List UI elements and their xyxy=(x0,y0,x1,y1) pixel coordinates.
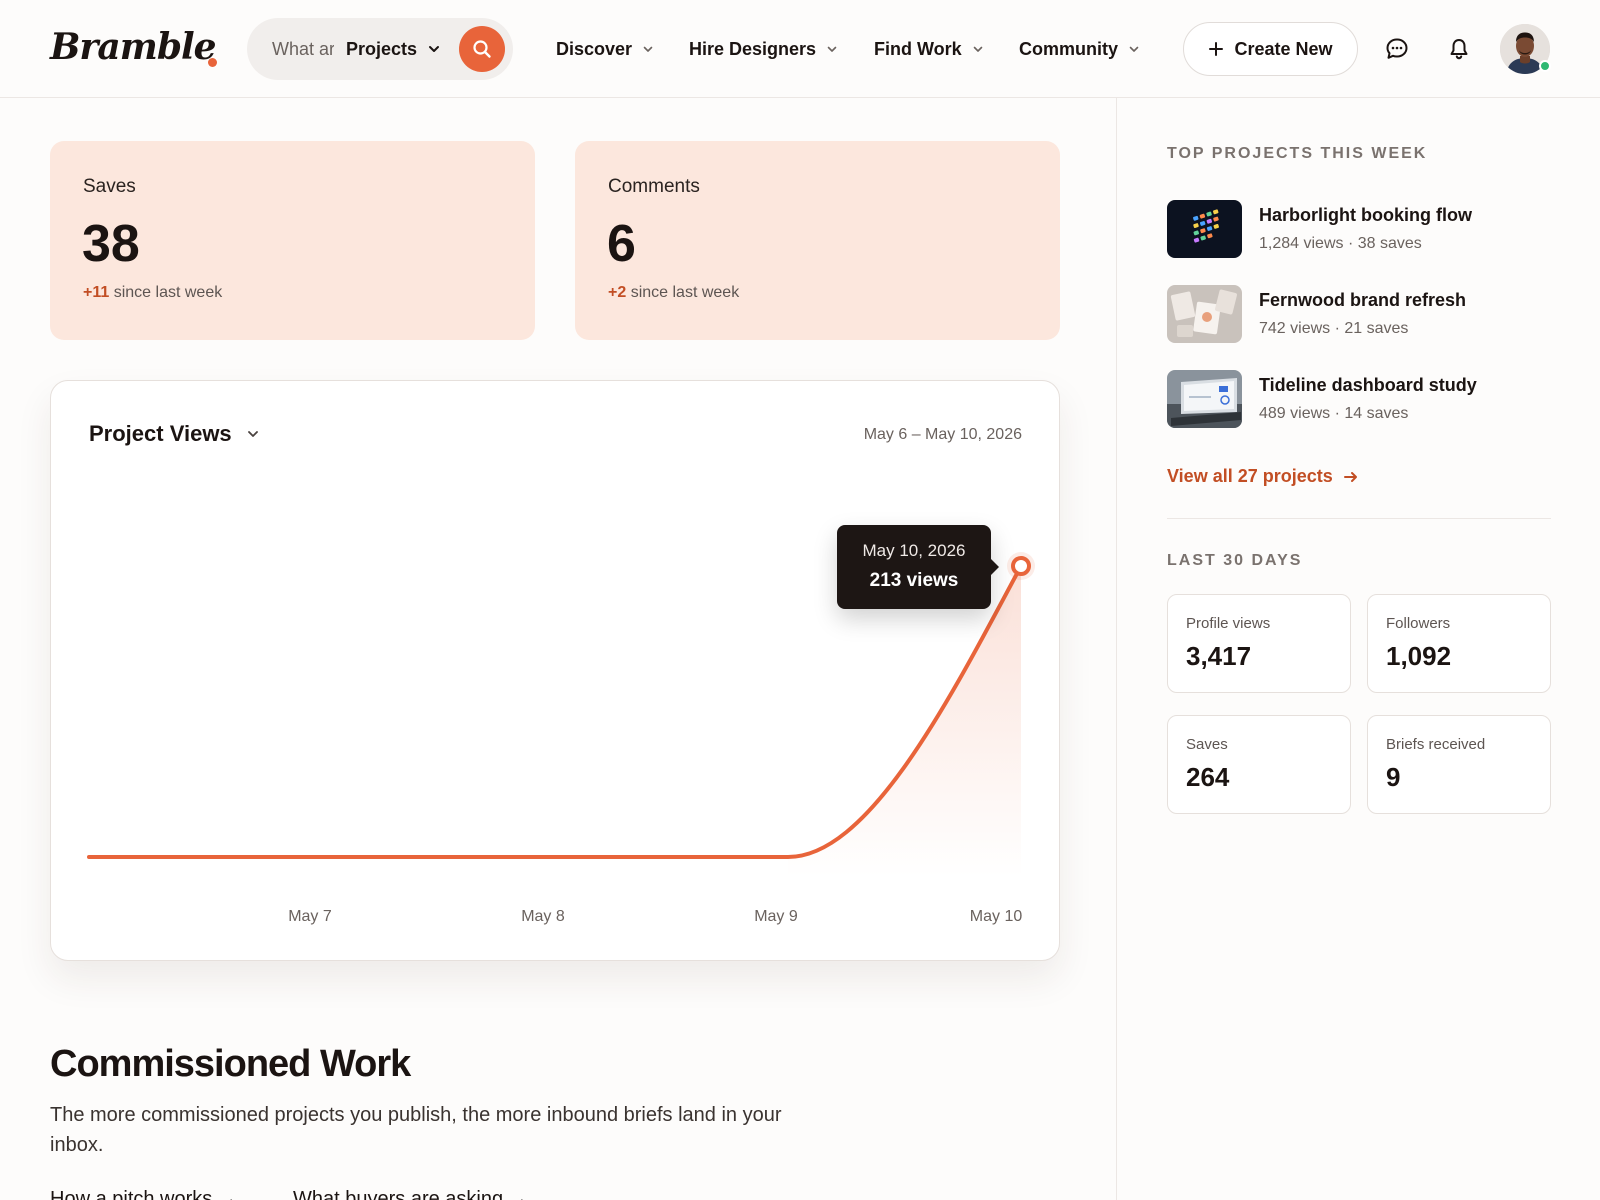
buyers-asking-link[interactable]: What buyers are asking → xyxy=(293,1188,529,1200)
stat-card-saves: Saves 38 +11 since last week xyxy=(50,141,535,340)
arrow-right-icon: → xyxy=(217,1188,238,1200)
nav-discover-label: Discover xyxy=(556,38,633,59)
chart-title: Project Views xyxy=(89,421,232,446)
chart-active-point[interactable] xyxy=(1011,556,1031,576)
online-status-indicator xyxy=(1539,60,1551,72)
project-thumbnail xyxy=(1167,200,1242,258)
top-project-item[interactable]: Fernwood brand refresh 742 views · 21 sa… xyxy=(1167,285,1557,345)
top-projects-heading: TOP PROJECTS THIS WEEK xyxy=(1167,145,1428,162)
create-new-button[interactable]: Create New xyxy=(1183,22,1358,76)
chevron-down-icon xyxy=(247,431,258,437)
chevron-down-icon xyxy=(1129,46,1139,52)
plus-icon xyxy=(1209,42,1224,56)
metric-label: Briefs received xyxy=(1386,736,1486,753)
project-name: Tideline dashboard study xyxy=(1259,375,1477,395)
project-thumbnail xyxy=(1167,285,1242,343)
arrow-right-icon xyxy=(1343,471,1357,482)
chart-area-fill xyxy=(788,566,1021,877)
project-thumbnail xyxy=(1167,370,1242,428)
pitch-guide-link[interactable]: How a pitch works → xyxy=(50,1188,238,1200)
metric-value: 3,417 xyxy=(1186,641,1252,671)
project-thumbnail-image xyxy=(1167,370,1242,428)
bell-icon xyxy=(1450,39,1468,60)
metric-value: 264 xyxy=(1186,762,1230,792)
x-tick-label: May 9 xyxy=(754,908,798,925)
nav-find-work[interactable]: Find Work xyxy=(874,37,984,61)
arrow-right-icon: → xyxy=(508,1188,529,1200)
project-thumbnail-image xyxy=(1167,285,1242,343)
stat-delta-number: +2 xyxy=(608,284,627,301)
bramble-logo[interactable]: Bramble xyxy=(50,26,217,68)
metric-value: 1,092 xyxy=(1386,641,1452,671)
nav-community-label: Community xyxy=(1019,38,1118,59)
commissioned-work-description: The more commissioned projects you publi… xyxy=(50,1104,782,1156)
search-bar: Projects xyxy=(247,18,513,80)
search-icon xyxy=(473,40,491,58)
notifications-button[interactable] xyxy=(1440,30,1478,68)
chevron-down-icon xyxy=(429,46,440,52)
search-scope-dropdown[interactable]: Projects xyxy=(346,36,441,62)
nav-discover[interactable]: Discover xyxy=(556,37,654,61)
last-30-days-heading: LAST 30 DAYS xyxy=(1167,552,1303,569)
stat-value: 38 xyxy=(82,215,140,273)
messages-button[interactable] xyxy=(1378,30,1416,68)
commissioned-work-heading: Commissioned Work xyxy=(50,1043,411,1085)
top-project-item[interactable]: Tideline dashboard study 489 views · 14 … xyxy=(1167,370,1557,430)
sidebar-section-divider xyxy=(1167,518,1551,519)
pitch-guide-label: How a pitch works xyxy=(50,1188,213,1200)
buyers-asking-label: What buyers are asking xyxy=(293,1188,504,1200)
metric-label: Profile views xyxy=(1186,615,1271,632)
stat-delta: +2 since last week xyxy=(608,284,739,302)
stat-label: Comments xyxy=(608,176,700,197)
view-all-projects-link[interactable]: View all 27 projects xyxy=(1167,466,1359,487)
stat-value: 6 xyxy=(607,215,636,273)
stat-delta-number: +11 xyxy=(83,284,110,301)
top-project-item[interactable]: Harborlight booking flow 1,284 views · 3… xyxy=(1167,200,1557,260)
chart-tooltip: May 10, 2026 213 views xyxy=(837,525,999,609)
project-thumbnail-image xyxy=(1167,200,1242,258)
project-views-chart: May 7 May 8 May 9 May 10 xyxy=(87,552,1035,925)
project-name: Fernwood brand refresh xyxy=(1259,290,1467,310)
nav-community[interactable]: Community xyxy=(1019,37,1140,61)
tooltip-date: May 10, 2026 xyxy=(862,541,966,560)
project-name: Harborlight booking flow xyxy=(1259,205,1472,225)
metric-label: Followers xyxy=(1386,615,1451,632)
chevron-down-icon xyxy=(827,46,837,52)
top-navigation: Bramble Projects Discover Hire Designers… xyxy=(0,0,1600,98)
chart-date-range: May 6 – May 10, 2026 xyxy=(863,426,1022,443)
x-tick-label: May 8 xyxy=(521,908,565,925)
tooltip-value: 213 views xyxy=(869,570,959,591)
stat-card-comments: Comments 6 +2 since last week xyxy=(575,141,1060,340)
metric-value: 9 xyxy=(1386,762,1401,792)
metric-card-briefs-received: Briefs received 9 xyxy=(1367,715,1551,814)
project-meta: 489 views · 14 saves xyxy=(1259,405,1409,422)
search-input[interactable] xyxy=(272,38,334,60)
chart-metric-dropdown[interactable]: Project Views xyxy=(89,421,260,447)
chevron-down-icon xyxy=(643,46,653,52)
nav-hire-designers-label: Hire Designers xyxy=(689,38,817,59)
nav-find-work-label: Find Work xyxy=(874,38,962,59)
create-new-label: Create New xyxy=(1234,38,1333,59)
metric-card-followers: Followers 1,092 xyxy=(1367,594,1551,693)
x-tick-label: May 7 xyxy=(288,908,332,925)
stat-delta: +11 since last week xyxy=(83,284,222,302)
project-views-chart-card: May 7 May 8 May 9 May 10 Project Views May … xyxy=(50,380,1060,961)
search-scope-label: Projects xyxy=(346,38,418,59)
project-meta: 742 views · 21 saves xyxy=(1259,320,1409,337)
sidebar-divider xyxy=(1116,98,1117,1200)
chat-bubble-icon xyxy=(1386,38,1408,59)
nav-hire-designers[interactable]: Hire Designers xyxy=(689,37,838,61)
chevron-down-icon xyxy=(973,46,982,52)
search-button[interactable] xyxy=(459,26,505,72)
view-all-label: View all 27 projects xyxy=(1167,466,1333,486)
stat-delta-text: since last week xyxy=(113,284,223,301)
x-tick-label: May 10 xyxy=(970,908,1023,925)
metric-card-saves: Saves 264 xyxy=(1167,715,1351,814)
metric-label: Saves xyxy=(1186,736,1228,753)
logo-dot xyxy=(208,58,217,67)
stat-label: Saves xyxy=(83,176,136,197)
metric-card-profile-views: Profile views 3,417 xyxy=(1167,594,1351,693)
stat-delta-text: since last week xyxy=(630,284,740,301)
project-meta: 1,284 views · 38 saves xyxy=(1259,235,1422,252)
